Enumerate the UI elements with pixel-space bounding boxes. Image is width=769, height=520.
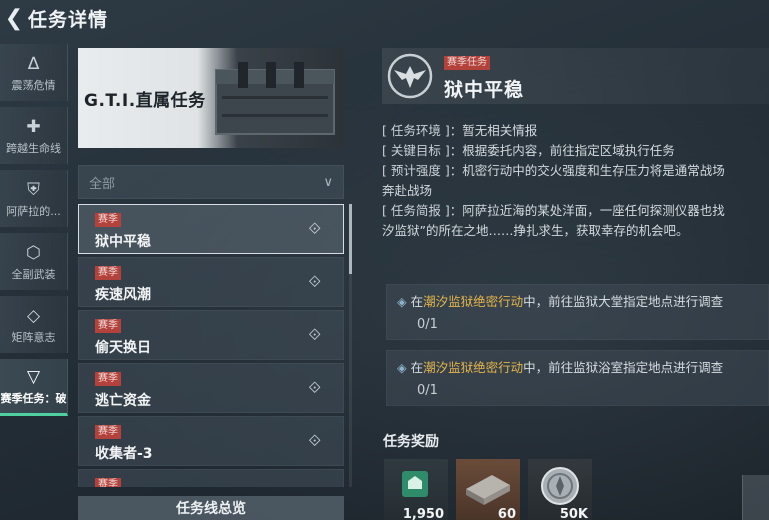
page-title: 任务详情 — [28, 8, 109, 31]
sidebar-item-2[interactable]: ⛨ 阿萨拉的... — [0, 170, 68, 227]
diamond-icon: ◇ — [26, 305, 41, 326]
mission-detail-header: 赛季任务 狱中平稳 — [382, 48, 769, 104]
reward-item[interactable]: 50K — [528, 459, 592, 520]
season-tag: 赛季 — [95, 213, 121, 227]
mission-name: 疾速风潮 — [95, 287, 151, 303]
sidebar-item-3[interactable]: ⬡ 全副武装 — [0, 233, 68, 290]
season-tag: 赛季 — [95, 372, 121, 386]
banner-title: G.T.I.直属任务 — [84, 91, 206, 111]
shield-icon: ⛨ — [27, 179, 40, 200]
info-line: 汐监狱”的所在之地……挣扎求生，获取幸存的机会吧。 — [382, 223, 689, 238]
crate-icon — [215, 62, 335, 135]
sidebar-item-label: 矩阵意志 — [11, 330, 56, 344]
filter-dropdown[interactable]: 全部 ∨ — [78, 165, 344, 199]
reward-quantity: 60 — [497, 507, 516, 520]
info-line: [ 关键目标 ]：根据委托内容，前往指定区域执行任务 — [382, 143, 675, 158]
info-line: [ 任务简报 ]：阿萨拉近海的某处洋面，一座任何探测仪器也找 — [382, 203, 725, 218]
mission-name: 收集者-3 — [95, 446, 153, 462]
mission-name: 偷天换日 — [95, 340, 151, 356]
info-diamond-icon: ◈ — [397, 294, 407, 309]
info-line: [ 任务环境 ]：暂无相关情报 — [382, 123, 538, 138]
season-tag: 赛季 — [95, 319, 121, 333]
reward-item[interactable]: 60 — [456, 459, 520, 520]
objective-text: ◈ 在潮汐监狱绝密行动中，前往监狱大堂指定地点进行调查 — [397, 294, 724, 309]
chevron-down-icon: ∨ — [323, 174, 333, 190]
reward-quantity: 50K — [559, 507, 588, 520]
locate-icon[interactable]: ⟐ — [308, 431, 321, 451]
objective-progress: 0/1 — [417, 317, 438, 332]
mission-list-item[interactable]: 赛季 偷天换日 ⟐ — [78, 310, 344, 360]
mission-name: 逃亡资金 — [95, 393, 151, 409]
sidebar-item-0[interactable]: ∆ 震荡危情 — [0, 44, 68, 101]
rewards-title: 任务奖励 — [383, 434, 439, 450]
season-tag: 赛季 — [95, 425, 121, 439]
locate-icon[interactable]: ⟐ — [308, 325, 321, 345]
list-scrollbar[interactable] — [349, 204, 352, 487]
sidebar-item-5[interactable]: ▽ 赛季任务：破 — [0, 359, 68, 416]
reward-item[interactable]: 1,950 — [384, 459, 448, 520]
mission-overview-button[interactable]: 任务线总览 — [78, 496, 344, 520]
hex-icon: ⬡ — [26, 242, 41, 263]
mission-line-banner: G.T.I.直属任务 — [78, 48, 344, 148]
eagle-emblem-icon — [387, 53, 433, 99]
season-tag: 赛季 — [95, 478, 121, 487]
locate-icon[interactable]: ⟐ — [308, 272, 321, 292]
filter-value: 全部 — [89, 176, 116, 192]
sidebar-item-1[interactable]: ✚ 跨越生命线 — [0, 107, 68, 164]
plus-icon: ✚ — [26, 116, 41, 137]
header: ❮ 任务详情 — [0, 0, 400, 36]
mission-list-item[interactable]: 赛季 疾速风潮 ⟐ — [78, 257, 344, 307]
info-diamond-icon: ◈ — [397, 360, 407, 375]
sidebar-item-label: 跨越生命线 — [6, 141, 61, 155]
triangle-down-icon: ▽ — [26, 367, 41, 387]
scrollbar-thumb[interactable] — [349, 204, 352, 274]
sidebar-item-label: 阿萨拉的... — [6, 204, 61, 218]
corner-panel[interactable] — [742, 475, 769, 520]
mission-info: [ 任务环境 ]：暂无相关情报 [ 关键目标 ]：根据委托内容，前往指定区域执行… — [382, 121, 769, 241]
sidebar-item-label: 震荡危情 — [11, 78, 56, 92]
season-tag: 赛季任务 — [444, 56, 490, 70]
sidebar-item-label: 赛季任务：破 — [0, 392, 67, 405]
category-sidebar: ∆ 震荡危情 ✚ 跨越生命线 ⛨ 阿萨拉的... ⬡ 全副武装 ◇ 矩阵意志 ▽… — [0, 44, 68, 422]
mission-list: 赛季 狱中平稳 ⟐ 赛季 疾速风潮 ⟐ 赛季 偷天换日 ⟐ 赛季 逃亡资金 ⟐ … — [78, 204, 344, 487]
locate-icon[interactable]: ⟐ — [308, 219, 321, 239]
objective-card[interactable]: ◈ 在潮汐监狱绝密行动中，前往监狱浴室指定地点进行调查 0/1 — [386, 350, 769, 406]
mission-title: 狱中平稳 — [444, 79, 525, 101]
mission-name: 狱中平稳 — [95, 234, 151, 250]
objective-progress: 0/1 — [417, 383, 438, 398]
locate-icon[interactable]: ⟐ — [308, 378, 321, 398]
info-line: [ 预计强度 ]：机密行动中的交火强度和生存压力将是通常战场 — [382, 163, 725, 178]
mission-list-item[interactable]: 赛季 狱中平稳 ⟐ — [78, 204, 344, 254]
objective-text: ◈ 在潮汐监狱绝密行动中，前往监狱浴室指定地点进行调查 — [397, 360, 724, 375]
season-tag: 赛季 — [95, 266, 121, 280]
mission-list-item[interactable]: 赛季 — [78, 469, 344, 487]
reward-quantity: 1,950 — [402, 507, 444, 520]
info-line: 奔赴战场 — [382, 183, 433, 198]
sidebar-item-4[interactable]: ◇ 矩阵意志 — [0, 296, 68, 353]
mission-list-item[interactable]: 赛季 收集者-3 ⟐ — [78, 416, 344, 466]
sidebar-item-label: 全副武装 — [11, 267, 56, 281]
mission-list-item[interactable]: 赛季 逃亡资金 ⟐ — [78, 363, 344, 413]
a-glyph-icon: ∆ — [27, 53, 40, 74]
objective-card[interactable]: ◈ 在潮汐监狱绝密行动中，前往监狱大堂指定地点进行调查 0/1 — [386, 284, 769, 340]
back-arrow-icon[interactable]: ❮ — [0, 0, 28, 36]
